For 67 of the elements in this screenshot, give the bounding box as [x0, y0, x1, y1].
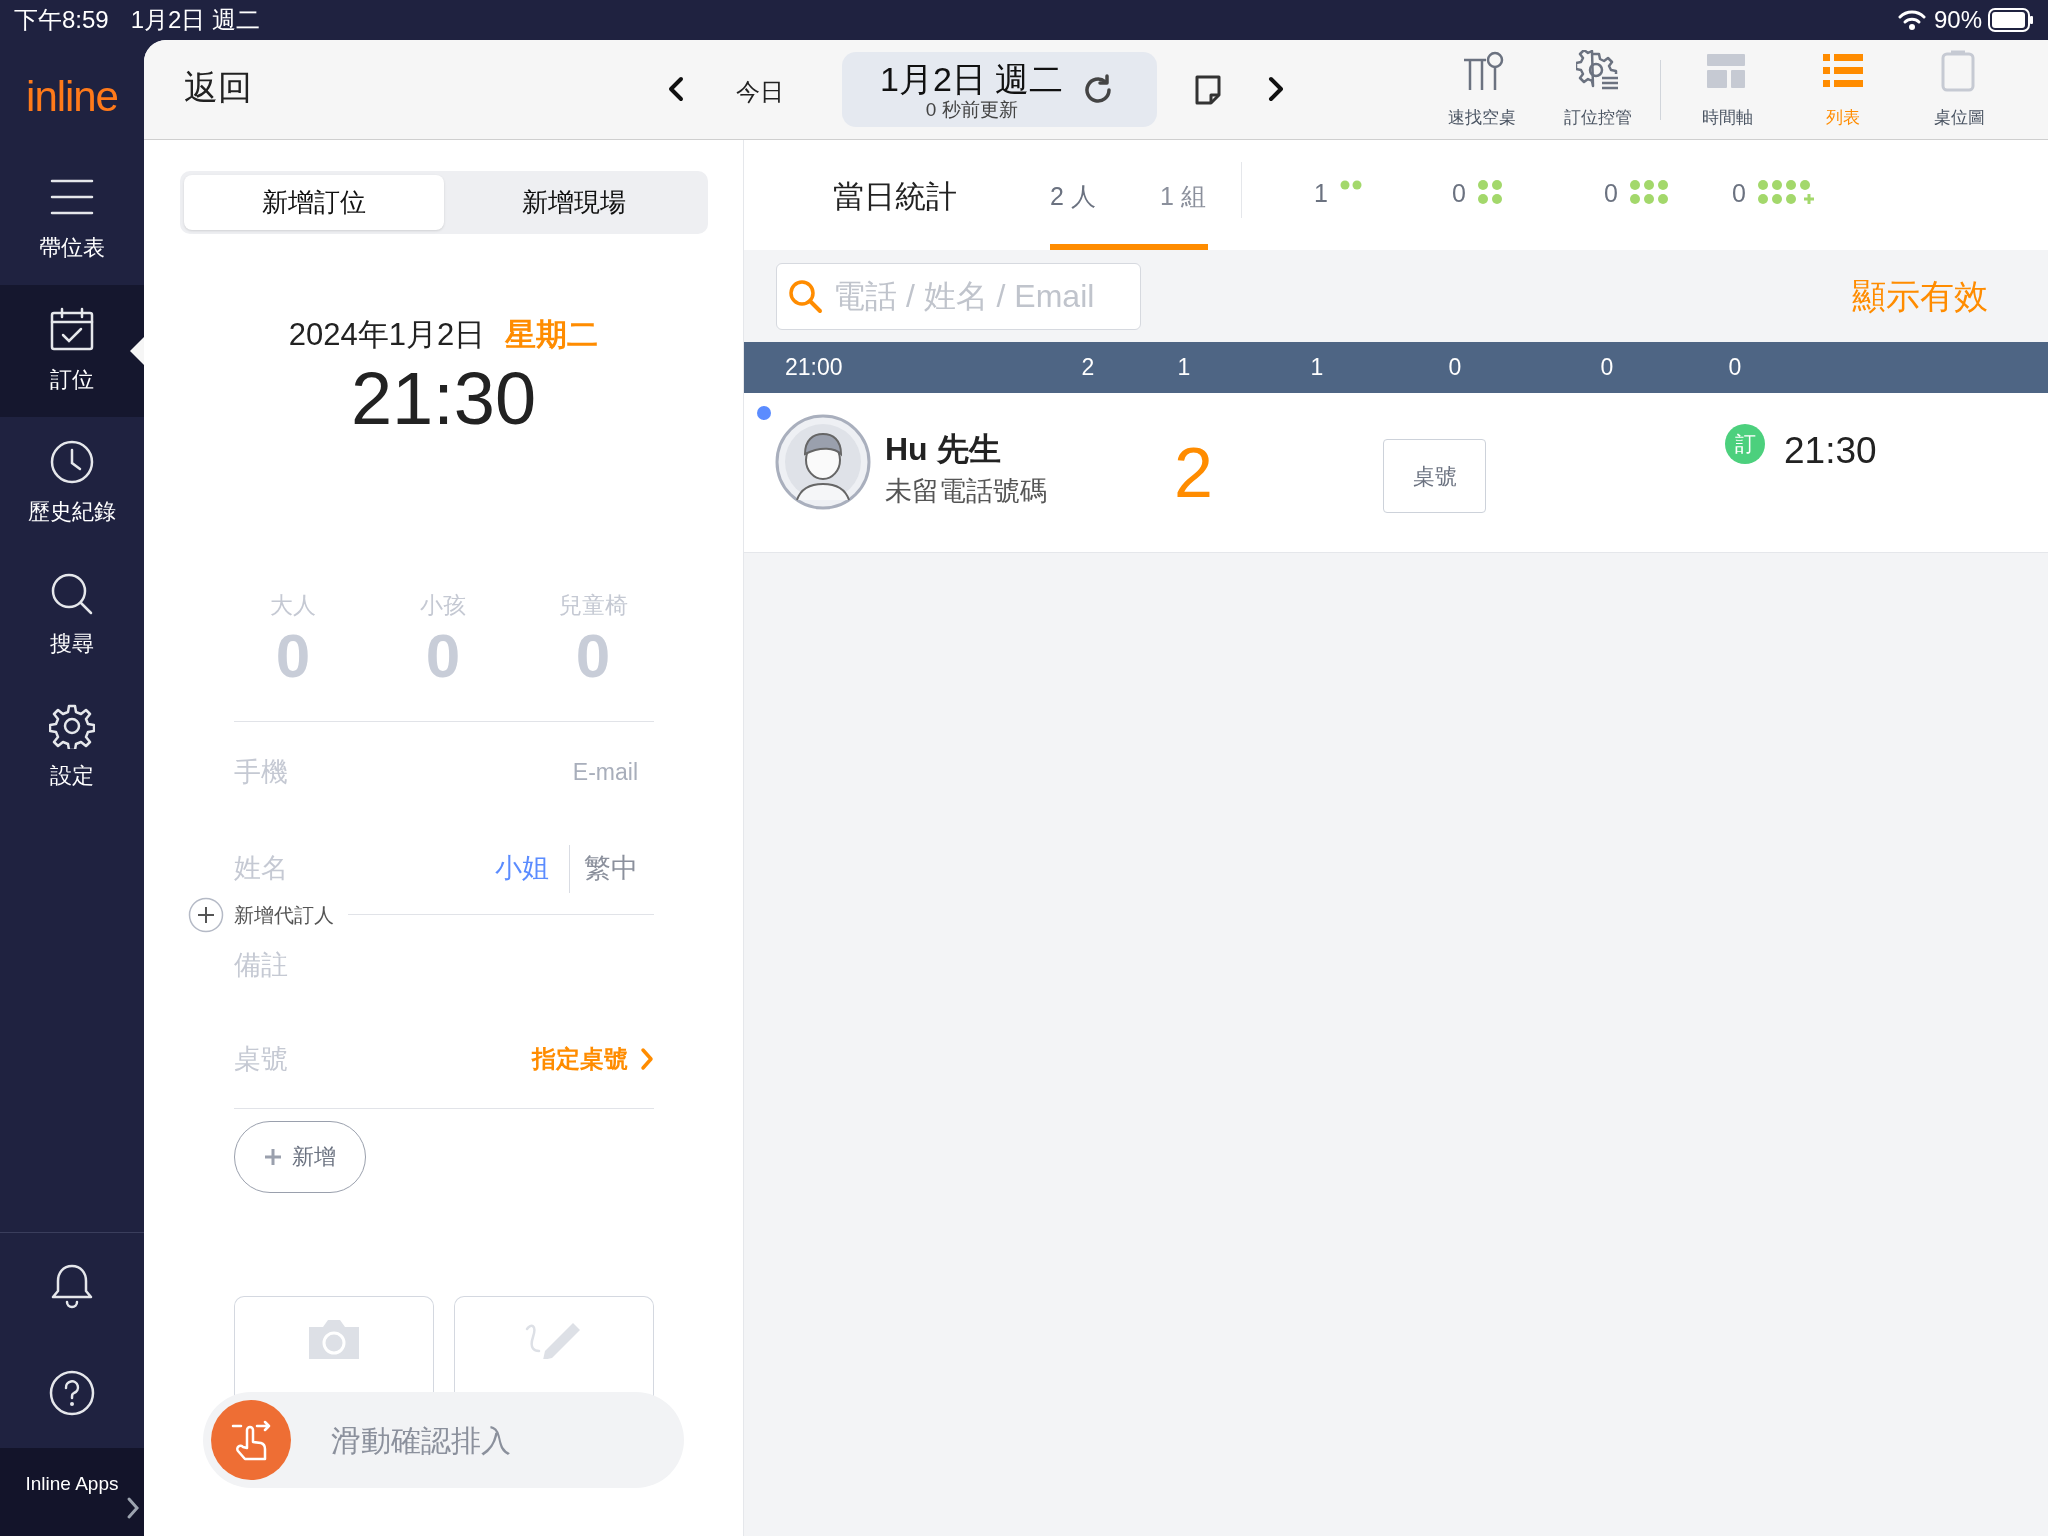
clock-time: 下午8:59: [14, 5, 109, 35]
calendar-check-icon: [49, 306, 95, 353]
party-size-count: 0: [1604, 178, 1618, 208]
party-size-count: 0: [1732, 178, 1746, 208]
sidebar-item[interactable]: 歷史紀錄: [0, 417, 144, 549]
bell-icon[interactable]: [51, 1262, 93, 1309]
guest-name: Hu 先生: [885, 430, 1001, 469]
help-icon[interactable]: [48, 1369, 96, 1417]
party-size-count: 0: [1452, 178, 1466, 208]
search-icon: [787, 278, 823, 314]
toolbar-tab[interactable]: 訂位控管: [1553, 50, 1643, 130]
swipe-hand-icon: [229, 1418, 273, 1462]
people-dots-icon: [1477, 180, 1504, 204]
date-picker[interactable]: 1月2日 週二 0 秒前更新: [842, 52, 1157, 127]
counter-label: 兒童椅: [558, 590, 628, 620]
sidebar-item[interactable]: 搜尋: [0, 549, 144, 681]
avatar-icon: [775, 414, 871, 510]
table-button[interactable]: 桌號: [1383, 439, 1486, 513]
header-cell-text: 0: [1599, 353, 1615, 383]
chevron-left-icon[interactable]: [666, 76, 686, 102]
chevron-right-icon: [640, 1047, 654, 1072]
people-count[interactable]: 2 人: [1050, 178, 1096, 216]
status-date: 1月2日 週二: [130, 5, 261, 35]
booking-time: 21:30: [349, 358, 538, 439]
sidebar-item[interactable]: 訂位: [0, 285, 144, 417]
segment-tab[interactable]: 新增訂位: [184, 175, 444, 230]
counter-label: 大人: [270, 590, 316, 620]
toolbar-tab[interactable]: 桌位圖: [1914, 50, 2004, 130]
plus-circle-icon[interactable]: [188, 896, 224, 933]
chevron-right-icon[interactable]: [1266, 76, 1286, 102]
chevron-right-icon: [126, 1496, 140, 1520]
wifi-icon: [1897, 9, 1926, 31]
slider-handle[interactable]: [211, 1400, 291, 1480]
segment-tab[interactable]: 新增現場: [444, 175, 704, 230]
party-size-count: 1: [1314, 178, 1328, 208]
back-button[interactable]: 返回: [184, 62, 252, 113]
counter-label: 小孩: [420, 590, 466, 620]
booking-date: 2024年1月2日: [288, 316, 486, 354]
today-button[interactable]: 今日: [736, 74, 784, 110]
search-field[interactable]: 電話 / 姓名 / Email: [776, 262, 1141, 330]
reservation-row[interactable]: Hu 先生 未留電話號碼 2 桌號 訂 21:30: [744, 393, 2048, 553]
header-cell-text: 1: [1176, 353, 1192, 383]
table-label: 桌號: [234, 1043, 289, 1076]
settings-icon: [49, 702, 95, 749]
note-icon[interactable]: [1194, 74, 1222, 106]
header-cell-text: 2: [1080, 353, 1096, 383]
toolbar-tab[interactable]: 速找空桌: [1437, 50, 1527, 130]
apps-button[interactable]: Inline Apps: [0, 1448, 144, 1536]
plus-icon: [264, 1147, 282, 1166]
add-booker-link[interactable]: 新增代訂人: [234, 899, 334, 930]
app-logo: inline: [26, 72, 118, 122]
phone-status: 未留電話號碼: [885, 475, 1047, 508]
header-cell-text: 1: [1309, 353, 1325, 383]
header-cell-text: 21:00: [785, 353, 844, 383]
clock-icon: [49, 438, 95, 485]
status-badge: 訂: [1725, 424, 1765, 464]
header-cell-text: 0: [1447, 353, 1463, 383]
party-size: 2: [1174, 433, 1213, 513]
toolbar-tab[interactable]: 時間軸: [1682, 50, 1772, 130]
header-cell-text: 0: [1727, 353, 1743, 383]
stats-title: 當日統計: [833, 178, 957, 216]
reservation-time: 21:30: [1784, 429, 1877, 473]
battery-icon: [1988, 8, 2034, 32]
battery-level: 90%: [1933, 5, 1982, 35]
booking-weekday: 星期二: [505, 316, 599, 354]
sidebar-item[interactable]: 帶位表: [0, 153, 144, 285]
sidebar-item[interactable]: 設定: [0, 681, 144, 813]
